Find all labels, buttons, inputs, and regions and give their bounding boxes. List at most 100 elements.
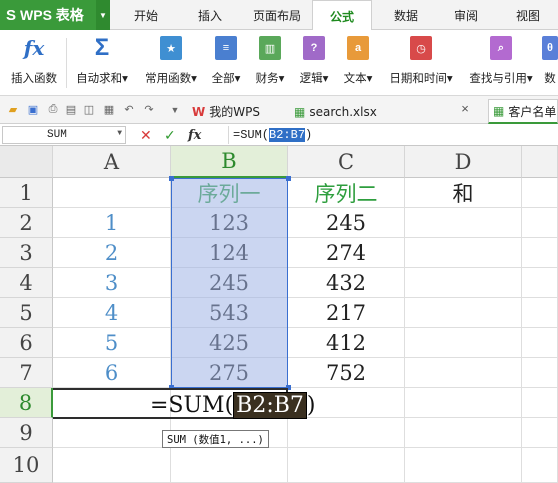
undo-icon[interactable]: ↶ (122, 103, 136, 116)
tab-insert[interactable]: 插入 (178, 0, 242, 30)
print-icon[interactable]: ▤ (64, 103, 78, 116)
date-time-functions-button[interactable]: ◷ 日期和时间▾ (382, 34, 460, 92)
customize-dropdown-icon[interactable]: ▼ (168, 103, 182, 116)
row-header-3[interactable]: 3 (0, 238, 53, 268)
cell-d10[interactable] (405, 448, 522, 483)
cell-d9[interactable] (405, 418, 522, 448)
cell-d7[interactable] (405, 358, 522, 388)
common-functions-button[interactable]: ★ 常用函数▾ (138, 34, 204, 92)
name-box[interactable]: SUM ▼ (2, 126, 126, 144)
row-header-10[interactable]: 10 (0, 448, 53, 483)
cancel-icon[interactable]: ✕ (140, 126, 152, 144)
format-painter-icon[interactable]: ◫ (82, 103, 96, 116)
cell-a2[interactable]: 1 (53, 208, 171, 238)
cell-d1[interactable]: 和 (405, 178, 522, 208)
column-header-d[interactable]: D (405, 146, 522, 178)
cell-e3[interactable] (522, 238, 558, 268)
cell-a10[interactable] (53, 448, 171, 483)
wps-app-button[interactable]: S WPS 表格 ▼ (0, 0, 110, 30)
cell-a4[interactable]: 3 (53, 268, 171, 298)
cell-b3[interactable]: 124 (171, 238, 288, 268)
selection-handle[interactable] (286, 176, 291, 181)
row-header-5[interactable]: 5 (0, 298, 53, 328)
cell-b2[interactable]: 123 (171, 208, 288, 238)
text-functions-button[interactable]: a 文本▾ (338, 34, 378, 92)
cell-edit-formula[interactable]: =SUM(B2:B7) (150, 391, 316, 419)
fx-icon[interactable]: fx (188, 126, 201, 144)
tab-review[interactable]: 审阅 (438, 0, 494, 30)
column-header-c[interactable]: C (288, 146, 405, 178)
cell-d4[interactable] (405, 268, 522, 298)
cell-c5[interactable]: 217 (288, 298, 405, 328)
confirm-check-icon[interactable]: ✓ (164, 126, 176, 144)
cell-c7[interactable]: 752 (288, 358, 405, 388)
cell-a5[interactable]: 4 (53, 298, 171, 328)
cell-c2[interactable]: 245 (288, 208, 405, 238)
cell-c1[interactable]: 序列二 (288, 178, 405, 208)
tab-page-layout[interactable]: 页面布局 (242, 0, 312, 30)
column-header-b[interactable]: B (171, 146, 288, 178)
formula-input[interactable]: =SUM(B2:B7) (228, 126, 558, 144)
math-functions-button[interactable]: θ 数 (542, 34, 558, 92)
autosum-button[interactable]: Σ 自动求和▾ (68, 34, 136, 92)
cell-a7[interactable]: 6 (53, 358, 171, 388)
open-folder-icon[interactable]: ▰ (6, 103, 20, 116)
selection-handle[interactable] (169, 176, 174, 181)
cell-d5[interactable] (405, 298, 522, 328)
cell-e10[interactable] (522, 448, 558, 483)
all-functions-button[interactable]: ≡ 全部▾ (206, 34, 246, 92)
cell-b10[interactable] (171, 448, 288, 483)
tab-home[interactable]: 开始 (114, 0, 178, 30)
select-all-corner[interactable] (0, 146, 53, 178)
doc-tab-my-wps[interactable]: W 我的WPS (188, 99, 284, 124)
selection-handle[interactable] (286, 385, 291, 390)
cell-b5[interactable]: 543 (171, 298, 288, 328)
save-icon[interactable]: ▣ (26, 103, 40, 116)
cell-b7[interactable]: 275 (171, 358, 288, 388)
print-preview-icon[interactable]: ⎙ (46, 103, 60, 116)
row-header-1[interactable]: 1 (0, 178, 53, 208)
row-header-8[interactable]: 8 (0, 388, 53, 418)
insert-function-button[interactable]: fx 插入函数 (4, 34, 64, 92)
row-header-2[interactable]: 2 (0, 208, 53, 238)
close-tab-icon[interactable]: × (458, 101, 472, 116)
cell-d3[interactable] (405, 238, 522, 268)
redo-icon[interactable]: ↷ (142, 103, 156, 116)
row-header-6[interactable]: 6 (0, 328, 53, 358)
cell-b1[interactable]: 序列一 (171, 178, 288, 208)
selection-handle[interactable] (169, 385, 174, 390)
row-header-7[interactable]: 7 (0, 358, 53, 388)
paste-icon[interactable]: ▦ (102, 103, 116, 116)
cell-c9[interactable] (288, 418, 405, 448)
cell-e8[interactable] (522, 388, 558, 418)
cell-a9[interactable] (53, 418, 171, 448)
tab-data[interactable]: 数据 (374, 0, 438, 30)
row-header-4[interactable]: 4 (0, 268, 53, 298)
cell-c6[interactable]: 412 (288, 328, 405, 358)
cell-b4[interactable]: 245 (171, 268, 288, 298)
cell-d6[interactable] (405, 328, 522, 358)
cell-e9[interactable] (522, 418, 558, 448)
cell-e1[interactable] (522, 178, 558, 208)
doc-tab-search-xlsx[interactable]: ▦ search.xlsx (290, 99, 394, 124)
cell-e6[interactable] (522, 328, 558, 358)
logical-functions-button[interactable]: ? 逻辑▾ (294, 34, 334, 92)
tab-view[interactable]: 视图 (498, 0, 558, 30)
cell-e5[interactable] (522, 298, 558, 328)
cell-e2[interactable] (522, 208, 558, 238)
cell-a1[interactable] (53, 178, 171, 208)
cell-c4[interactable]: 432 (288, 268, 405, 298)
cell-a6[interactable]: 5 (53, 328, 171, 358)
cell-e4[interactable] (522, 268, 558, 298)
tab-formulas[interactable]: 公式 (312, 0, 372, 31)
chevron-down-icon[interactable]: ▼ (117, 129, 122, 138)
cell-d8[interactable] (405, 388, 522, 418)
cell-e7[interactable] (522, 358, 558, 388)
cell-b6[interactable]: 425 (171, 328, 288, 358)
column-header-a[interactable]: A (53, 146, 171, 178)
column-header-e[interactable] (522, 146, 558, 178)
financial-functions-button[interactable]: ▥ 财务▾ (250, 34, 290, 92)
row-header-9[interactable]: 9 (0, 418, 53, 448)
cell-a3[interactable]: 2 (53, 238, 171, 268)
doc-tab-customer-list[interactable]: ▦ 客户名单 (488, 99, 558, 124)
